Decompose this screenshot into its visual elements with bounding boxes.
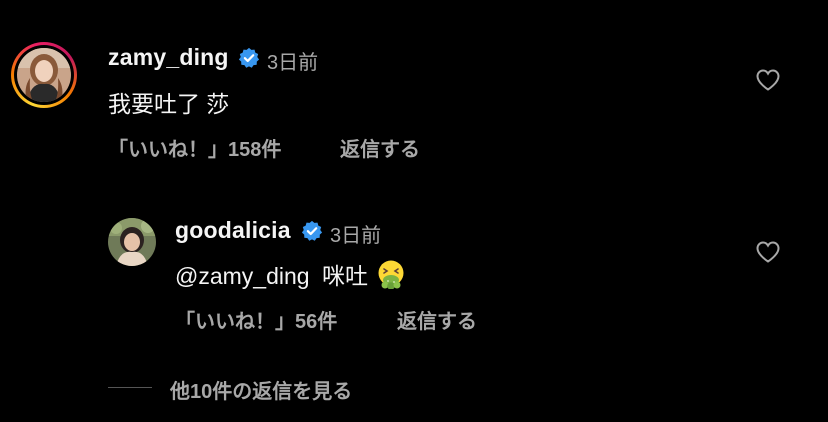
reply-button[interactable]: 返信する <box>340 133 420 162</box>
vomiting-face-icon <box>378 260 404 289</box>
comments-section: zamy_ding 3日前 我要吐了 莎 「いいね！」158件 返信する goo… <box>0 0 828 422</box>
heart-icon[interactable] <box>755 68 781 92</box>
reply-timestamp: 3日前 <box>330 225 382 247</box>
reply-username[interactable]: goodalicia <box>175 217 291 244</box>
heart-icon[interactable] <box>755 240 781 264</box>
comment-timestamp: 3日前 <box>267 52 319 74</box>
mention-link[interactable]: @zamy_ding <box>175 263 310 289</box>
view-more-replies-button[interactable]: 他10件の返信を見る <box>170 375 352 404</box>
reply-like-count[interactable]: 「いいね！」56件 <box>175 305 337 334</box>
comment-like-count[interactable]: 「いいね！」158件 <box>108 133 281 162</box>
comment-text: 我要吐了 莎 <box>108 91 230 117</box>
view-replies-divider <box>108 387 152 388</box>
avatar[interactable] <box>17 48 71 102</box>
verified-badge-icon <box>301 220 323 241</box>
verified-badge-icon <box>238 47 260 68</box>
reply-body: 咪吐 <box>321 263 368 289</box>
reply-button[interactable]: 返信する <box>397 305 477 334</box>
avatar-story-ring[interactable] <box>11 42 77 108</box>
comment-username[interactable]: zamy_ding <box>108 44 229 71</box>
avatar[interactable] <box>108 218 156 266</box>
reply-text: @zamy_ding 咪吐 <box>175 257 406 291</box>
